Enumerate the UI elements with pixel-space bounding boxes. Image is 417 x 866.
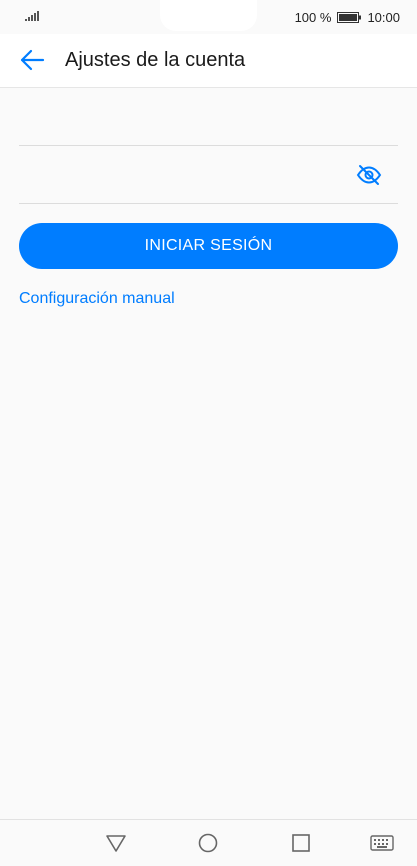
password-visibility-toggle[interactable] <box>356 164 382 186</box>
status-right: 100 % 10:00 <box>295 9 400 25</box>
password-field-container <box>19 146 398 204</box>
battery-icon <box>337 11 362 23</box>
camera-notch <box>160 0 257 31</box>
home-circle-icon[interactable] <box>197 832 219 854</box>
eye-off-icon <box>356 165 382 185</box>
keyboard-icon[interactable] <box>370 832 394 854</box>
page-title: Ajustes de la cuenta <box>65 49 246 71</box>
battery-percentage: 100 % <box>294 9 332 25</box>
back-button[interactable] <box>14 44 50 76</box>
arrow-left-icon <box>20 49 45 71</box>
email-field-container <box>19 88 398 146</box>
login-button[interactable]: INICIAR SESIÓN <box>19 223 398 269</box>
navigation-bar <box>0 819 417 866</box>
signal-icon <box>25 11 39 21</box>
app-header: Ajustes de la cuenta <box>0 34 417 88</box>
manual-configuration-link[interactable]: Configuración manual <box>19 290 175 308</box>
recents-square-icon[interactable] <box>290 832 312 854</box>
status-bar: 100 % 10:00 <box>0 0 417 34</box>
clock: 10:00 <box>367 9 400 25</box>
password-field[interactable] <box>19 146 398 203</box>
screen: 100 % 10:00 Ajustes de la cuenta INICIAR… <box>0 0 417 866</box>
back-triangle-icon[interactable] <box>105 832 127 854</box>
email-field[interactable] <box>19 88 398 145</box>
